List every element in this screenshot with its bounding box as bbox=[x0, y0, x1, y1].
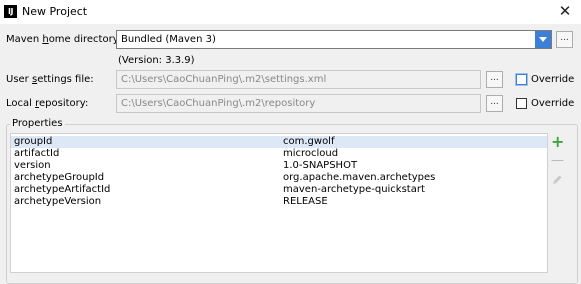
property-key: version bbox=[14, 160, 51, 171]
user-settings-browse-button[interactable]: ... bbox=[486, 71, 503, 88]
user-settings-override-label[interactable]: Override bbox=[531, 74, 574, 85]
remove-icon[interactable]: — bbox=[551, 154, 564, 167]
local-repository-browse-button[interactable]: ... bbox=[486, 95, 503, 112]
property-value[interactable]: com.gwolf bbox=[283, 136, 334, 148]
edit-icon[interactable] bbox=[551, 174, 563, 186]
maven-home-browse-button[interactable]: ... bbox=[556, 31, 573, 48]
local-repository-override-label[interactable]: Override bbox=[531, 98, 574, 109]
maven-version-note: (Version: 3.3.9) bbox=[118, 55, 195, 66]
add-icon[interactable]: + bbox=[551, 134, 564, 150]
property-key: artifactId bbox=[14, 148, 60, 159]
table-row[interactable]: version 1.0-SNAPSHOT bbox=[11, 160, 547, 172]
property-key: archetypeGroupId bbox=[14, 172, 105, 183]
property-value[interactable]: maven-archetype-quickstart bbox=[283, 184, 425, 196]
property-value[interactable]: org.apache.maven.archetypes bbox=[283, 172, 435, 184]
window-title: New Project bbox=[22, 5, 88, 18]
table-row[interactable]: groupId com.gwolf bbox=[11, 136, 547, 148]
maven-home-dropdown[interactable]: Bundled (Maven 3) bbox=[116, 30, 552, 49]
user-settings-label: User settings file: bbox=[6, 74, 94, 85]
close-icon[interactable]: ✕ bbox=[557, 2, 573, 20]
title-bar: IJ New Project ✕ bbox=[0, 0, 581, 24]
property-key: groupId bbox=[14, 136, 53, 147]
property-value[interactable]: microcloud bbox=[283, 148, 338, 160]
local-repository-label: Local repository: bbox=[6, 98, 89, 109]
table-row[interactable]: archetypeVersion RELEASE bbox=[11, 196, 547, 208]
table-row[interactable]: artifactId microcloud bbox=[11, 148, 547, 160]
maven-home-selected-value: Bundled (Maven 3) bbox=[121, 34, 216, 45]
user-settings-field[interactable]: C:\Users\CaoChuanPing\.m2\settings.xml bbox=[116, 70, 481, 89]
property-key: archetypeArtifactId bbox=[14, 184, 111, 195]
user-settings-override-checkbox[interactable] bbox=[516, 74, 527, 85]
chevron-down-icon[interactable] bbox=[535, 31, 551, 48]
property-value[interactable]: RELEASE bbox=[283, 196, 328, 208]
property-value[interactable]: 1.0-SNAPSHOT bbox=[283, 160, 357, 172]
properties-table[interactable]: groupId com.gwolf artifactId microcloud ver… bbox=[10, 133, 548, 273]
table-row[interactable]: archetypeGroupId org.apache.maven.archety… bbox=[11, 172, 547, 184]
local-repository-override-checkbox[interactable] bbox=[516, 98, 527, 109]
maven-home-label: Maven home directory: bbox=[6, 34, 122, 45]
intellij-app-icon: IJ bbox=[4, 5, 17, 18]
local-repository-field[interactable]: C:\Users\CaoChuanPing\.m2\repository bbox=[116, 94, 481, 113]
properties-group-title: Properties bbox=[10, 118, 65, 129]
property-key: archetypeVersion bbox=[14, 196, 102, 207]
table-row[interactable]: archetypeArtifactId maven-archetype-quick… bbox=[11, 184, 547, 196]
